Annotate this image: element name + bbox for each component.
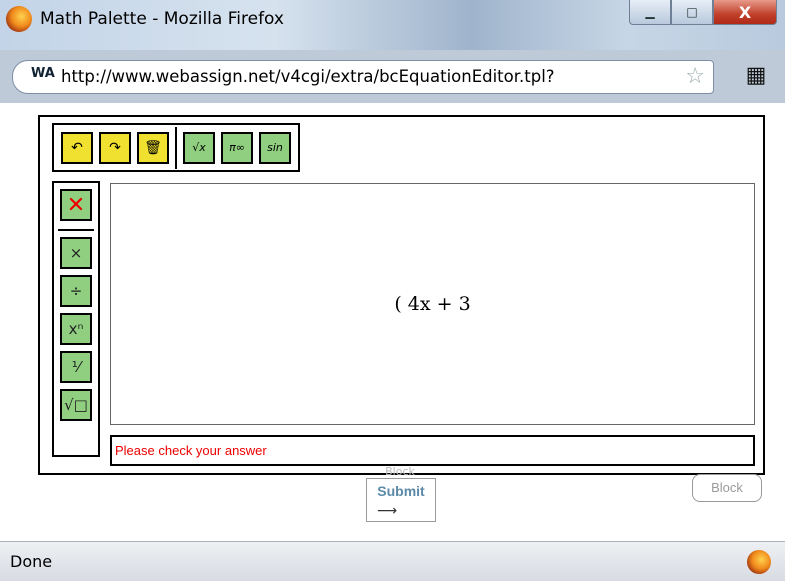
browser-window: Math Palette - Mozilla Firefox ▁ □ X WA … [0, 0, 785, 581]
fraction-button[interactable]: ⅟ [60, 351, 92, 383]
symbols-palette-button[interactable]: π∞ [221, 131, 253, 164]
site-icon: WA [31, 66, 55, 81]
multiply-button[interactable]: × [60, 237, 92, 269]
message-box: Please check your answer [110, 435, 755, 466]
divide-button[interactable]: ÷ [60, 275, 92, 307]
clear-button[interactable]: ✕ [60, 189, 92, 221]
minimize-button[interactable]: ▁ [629, 0, 671, 25]
window-title: Math Palette - Mozilla Firefox [40, 9, 284, 29]
status-text: Done [10, 552, 53, 571]
power-button[interactable]: xⁿ [60, 313, 92, 345]
ghost-block-label: Block [385, 466, 415, 478]
block-button[interactable]: Block [692, 474, 762, 502]
redo-button[interactable]: ↷ [99, 131, 131, 164]
sidebar-separator [58, 229, 94, 231]
equation-editor[interactable]: ( 4x + 3 [110, 183, 755, 425]
firefox-status-icon [747, 550, 771, 574]
palette-toolbar: ↶ ↷ 🗑 √x π∞ sin [52, 123, 300, 172]
math-palette: ↶ ↷ 🗑 √x π∞ sin ✕ × ÷ xⁿ ⅟ √□ ( 4x + 3 P… [38, 115, 765, 475]
trig-palette-button[interactable]: sin [259, 131, 291, 164]
window-controls: ▁ □ X [629, 0, 777, 26]
url-text[interactable]: http://www.webassign.net/v4cgi/extra/bcE… [61, 61, 555, 93]
delete-button[interactable]: 🗑 [137, 131, 169, 164]
submit-label: Submit [377, 483, 425, 499]
submit-button[interactable]: Submit ⟶ [366, 478, 436, 522]
root-button[interactable]: √□ [60, 389, 92, 421]
firefox-icon [6, 6, 32, 32]
sqrt-palette-button[interactable]: √x [183, 131, 215, 164]
status-bar: Done [0, 541, 785, 581]
maximize-button[interactable]: □ [671, 0, 713, 25]
bookmark-star-icon[interactable]: ☆ [685, 64, 705, 90]
undo-button[interactable]: ↶ [61, 131, 93, 164]
palette-sidebar: ✕ × ÷ xⁿ ⅟ √□ [52, 181, 100, 457]
address-bar[interactable]: WA http://www.webassign.net/v4cgi/extra/… [12, 60, 714, 94]
toolbar-separator [175, 126, 177, 169]
menu-grid-icon[interactable]: ▦ [742, 64, 770, 88]
error-message: Please check your answer [115, 443, 267, 458]
equation-expression: ( 4x + 3 [394, 293, 471, 315]
close-button[interactable]: X [713, 0, 777, 25]
title-bar: Math Palette - Mozilla Firefox ▁ □ X [0, 0, 785, 50]
arrow-right-icon: ⟶ [377, 503, 398, 519]
